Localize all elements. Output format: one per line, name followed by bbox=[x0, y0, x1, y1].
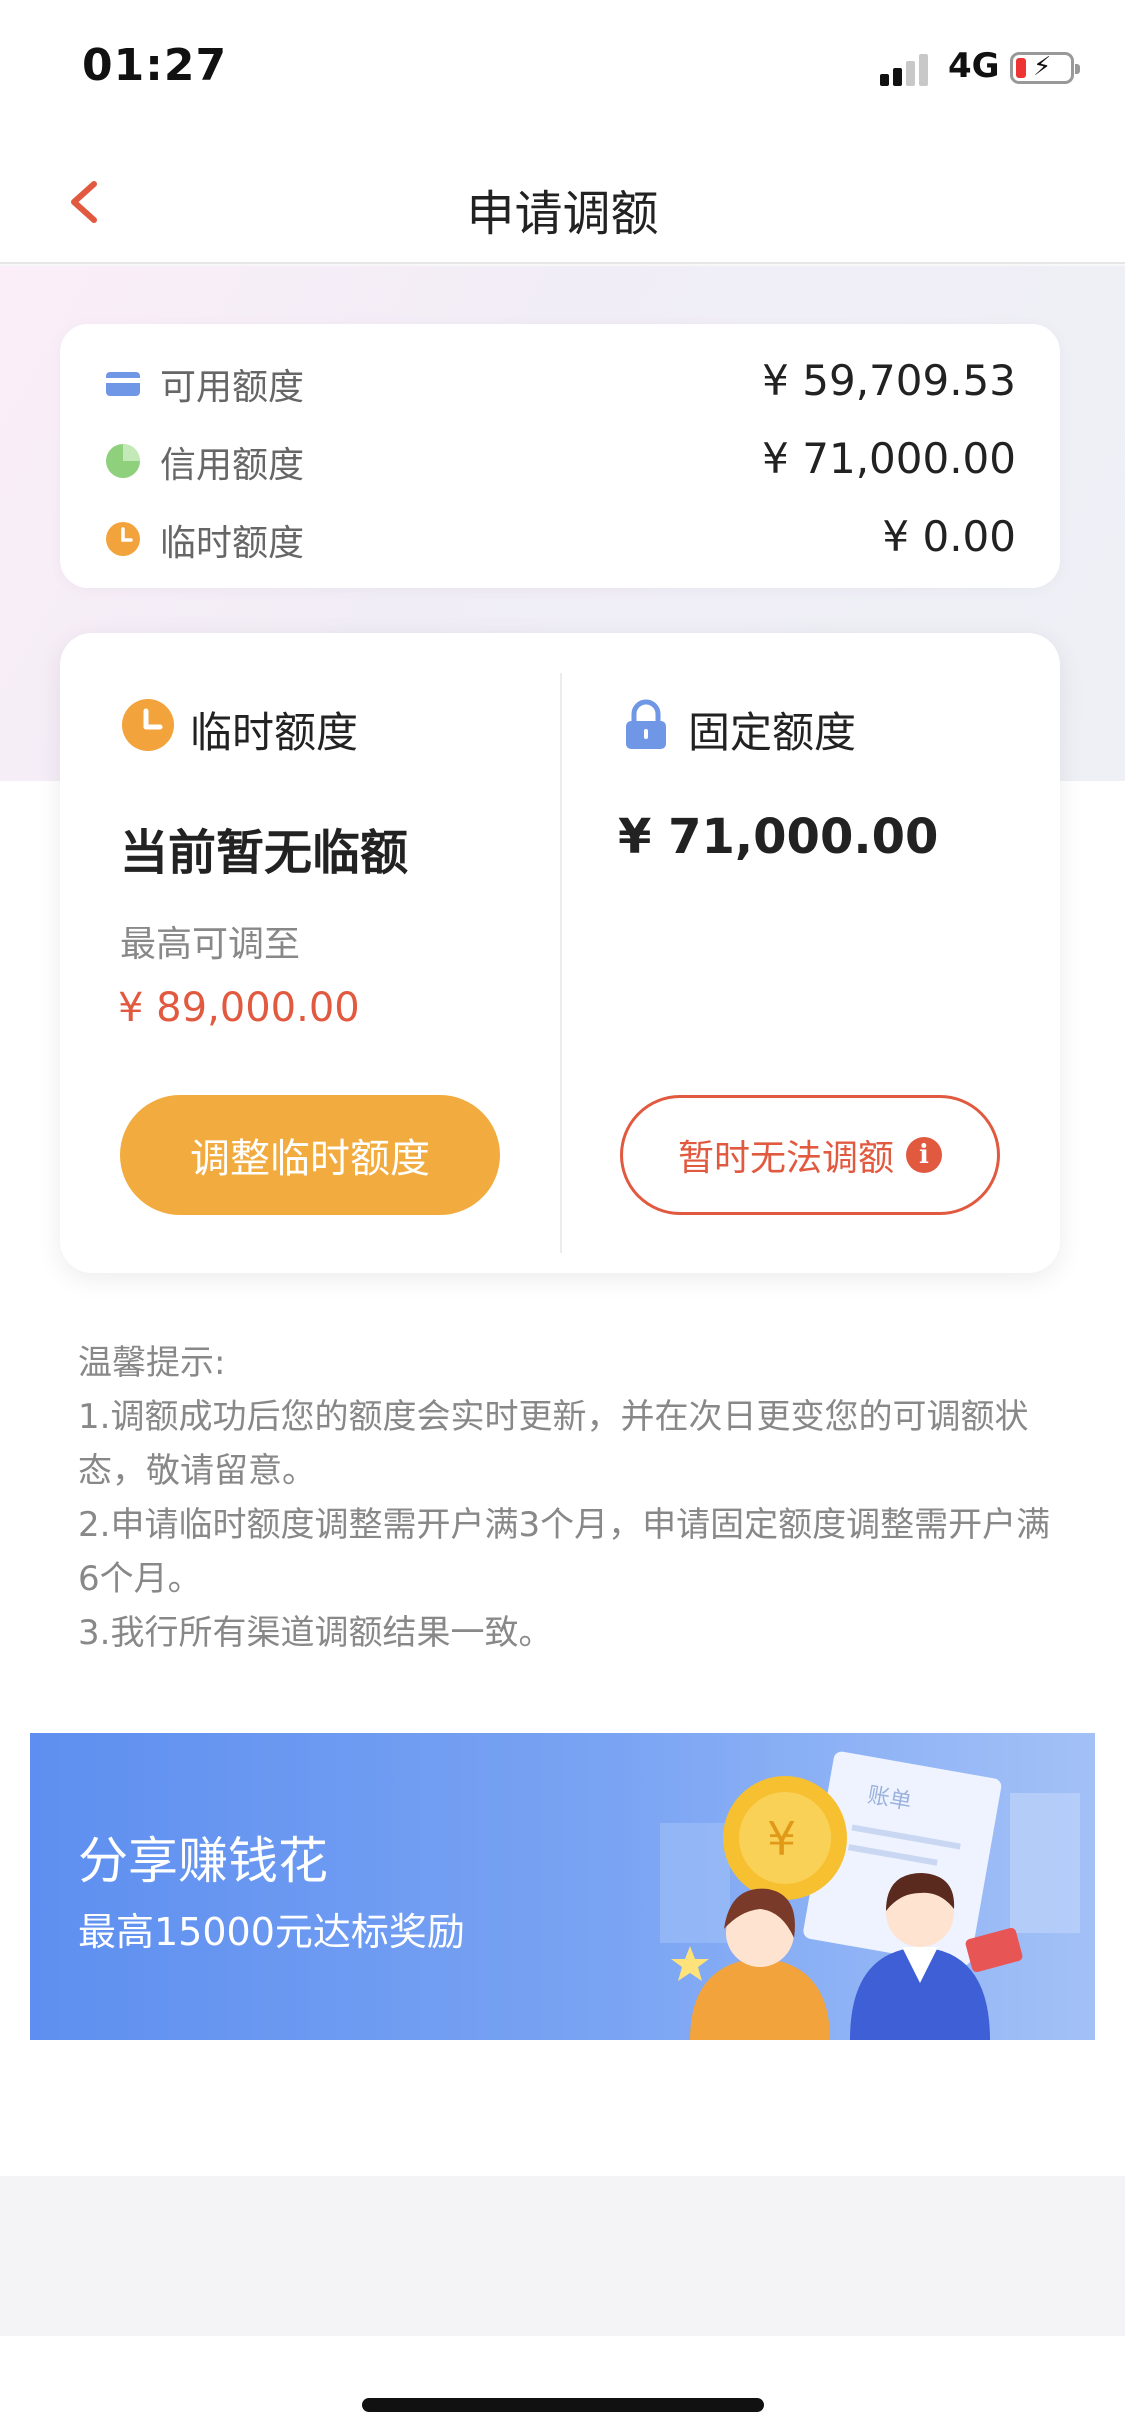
adjust-temp-limit-label: 调整临时额度 bbox=[190, 1136, 430, 1182]
credit-limit-label: 信用额度 bbox=[160, 445, 305, 486]
max-adjust-value: ¥ 89,000.00 bbox=[118, 985, 360, 1031]
credit-limit-row: 信用额度 ¥ 71,000.00 bbox=[104, 432, 1016, 492]
clock-icon bbox=[106, 522, 140, 556]
tips-section: 温馨提示: 1.调额成功后您的额度会实时更新，并在次日更变您的可调额状态，敬请留… bbox=[78, 1336, 1058, 1660]
nav-bar: 申请调额 bbox=[0, 140, 1125, 264]
home-indicator[interactable] bbox=[362, 2398, 764, 2412]
battery-icon: ⚡ bbox=[1010, 52, 1080, 84]
credit-limit-value: ¥ 71,000.00 bbox=[762, 434, 1016, 483]
max-adjust-label: 最高可调至 bbox=[120, 924, 301, 965]
cannot-adjust-button[interactable]: 暂时无法调额 i bbox=[620, 1095, 1000, 1215]
temp-limit-row: 临时额度 ¥ 0.00 bbox=[104, 510, 1016, 570]
temp-limit-status: 当前暂无临额 bbox=[120, 825, 409, 881]
banner-title: 分享赚钱花 bbox=[78, 1832, 328, 1890]
page-title: 申请调额 bbox=[466, 186, 659, 242]
tip-item: 2.申请临时额度调整需开户满3个月，申请固定额度调整需开户满6个月。 bbox=[78, 1505, 1051, 1599]
banner-illustration: 账单 ¥ bbox=[660, 1751, 1080, 2040]
card-icon bbox=[106, 372, 140, 396]
tip-item: 3.我行所有渠道调额结果一致。 bbox=[78, 1613, 553, 1653]
network-label: 4G bbox=[948, 46, 1000, 86]
limit-summary-card: 可用额度 ¥ 59,709.53 信用额度 ¥ 71,000.00 临时额度 ¥… bbox=[60, 324, 1060, 588]
temp-limit-label: 临时额度 bbox=[160, 523, 305, 564]
info-icon[interactable]: i bbox=[906, 1137, 942, 1173]
column-divider bbox=[560, 673, 562, 1253]
tips-title: 温馨提示: bbox=[78, 1343, 226, 1383]
share-promo-banner[interactable]: 分享赚钱花 最高15000元达标奖励 账单 ¥ bbox=[30, 1733, 1095, 2040]
temp-limit-title: 临时额度 bbox=[190, 708, 359, 757]
status-time: 01:27 bbox=[82, 40, 228, 91]
available-limit-label: 可用额度 bbox=[160, 367, 305, 408]
available-limit-value: ¥ 59,709.53 bbox=[762, 356, 1016, 405]
clock-icon bbox=[122, 699, 174, 751]
adjust-limit-card: 临时额度 固定额度 当前暂无临额 最高可调至 ¥ 89,000.00 ¥ 71,… bbox=[60, 633, 1060, 1273]
bottom-spacer bbox=[0, 2176, 1125, 2336]
status-bar: 01:27 4G ⚡ bbox=[0, 0, 1125, 140]
temp-limit-value: ¥ 0.00 bbox=[882, 512, 1016, 561]
banner-subtitle: 最高15000元达标奖励 bbox=[78, 1910, 465, 1954]
signal-icon bbox=[880, 52, 930, 86]
adjust-temp-limit-button[interactable]: 调整临时额度 bbox=[120, 1095, 500, 1215]
fixed-limit-title: 固定额度 bbox=[688, 708, 857, 757]
lock-icon bbox=[626, 699, 666, 749]
pie-icon bbox=[106, 444, 140, 478]
bottom-safe-area bbox=[0, 2336, 1125, 2436]
svg-text:¥: ¥ bbox=[767, 1812, 796, 1866]
page: 01:27 4G ⚡ 申请调额 可用额度 ¥ 59,709.53 信用额度 ¥ … bbox=[0, 0, 1125, 2436]
cannot-adjust-label: 暂时无法调额 bbox=[677, 1138, 894, 1179]
fixed-limit-value: ¥ 71,000.00 bbox=[618, 809, 939, 865]
available-limit-row: 可用额度 ¥ 59,709.53 bbox=[104, 354, 1016, 414]
tip-item: 1.调额成功后您的额度会实时更新，并在次日更变您的可调额状态，敬请留意。 bbox=[78, 1397, 1029, 1491]
